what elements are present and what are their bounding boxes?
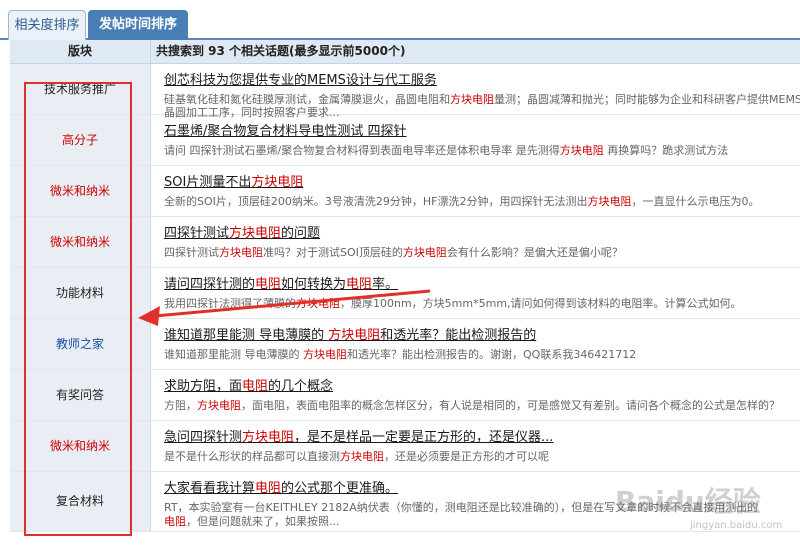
watermark-url: jingyan.baidu.com — [690, 520, 783, 531]
watermark-logo: Baidu经验 — [615, 485, 761, 518]
annotation-arrow-icon — [138, 289, 431, 326]
